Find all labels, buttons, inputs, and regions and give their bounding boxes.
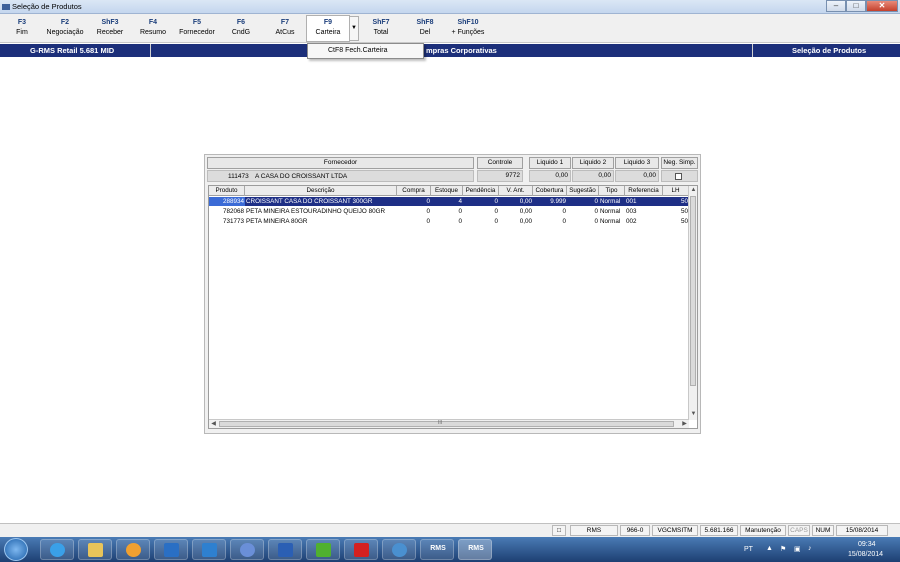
- window-titlebar: Seleção de Produtos – □ ✕: [0, 0, 900, 14]
- network-app-icon[interactable]: [382, 539, 416, 560]
- header-bar: G-RMS Retail 5.681 MID mpras Corporativa…: [0, 44, 900, 57]
- windows-taskbar: RMS RMS PT ▲ ⚑ ▣ ♪ 09:34 15/08/2014: [0, 537, 900, 562]
- app-version: G-RMS Retail 5.681 MID: [30, 46, 115, 55]
- toolbar-fim-button[interactable]: F3 Fim: [0, 19, 44, 36]
- connection-app-icon[interactable]: [230, 539, 264, 560]
- col-descricao[interactable]: Descrição: [245, 186, 397, 196]
- installer-icon[interactable]: [306, 539, 340, 560]
- horizontal-scrollbar[interactable]: ◀ III ▶: [209, 419, 689, 428]
- minimize-button[interactable]: –: [826, 0, 846, 12]
- col-produto[interactable]: Produto: [209, 186, 245, 196]
- toolbar-negociacao-button[interactable]: F2 Negociação: [43, 19, 87, 36]
- status-branch: 966-0: [620, 525, 650, 536]
- clock-date[interactable]: 15/08/2014: [848, 551, 883, 558]
- toolbar-carteira-button[interactable]: F9 Carteira: [306, 15, 350, 42]
- app-icon: [2, 4, 10, 10]
- toolbar-fornecedor-button[interactable]: F5 Fornecedor: [175, 19, 219, 36]
- rms-app-button-active[interactable]: RMS: [458, 539, 492, 560]
- toolbar-del-button[interactable]: ShF8 Del: [403, 19, 447, 36]
- vertical-scroll-thumb[interactable]: [690, 196, 696, 386]
- neg-simp-field: [661, 170, 698, 182]
- tray-flag-icon[interactable]: ⚑: [780, 545, 786, 553]
- grid-header: Produto Descrição Compra Estoque Pendênc…: [209, 186, 689, 196]
- status-version: 5.681.166: [700, 525, 738, 536]
- word-icon[interactable]: [268, 539, 302, 560]
- neg-simp-label: Neg. Simp.: [661, 157, 698, 169]
- vertical-scrollbar[interactable]: ▲ ▼: [688, 186, 697, 420]
- language-indicator[interactable]: PT: [744, 546, 753, 553]
- media-player-icon[interactable]: [116, 539, 150, 560]
- close-button[interactable]: ✕: [866, 0, 898, 12]
- col-tipo[interactable]: Tipo: [599, 186, 625, 196]
- status-caps: CAPS: [788, 525, 810, 536]
- col-pendencia[interactable]: Pendência: [463, 186, 499, 196]
- fech-carteira-menu-item[interactable]: CtF8 Fech.Carteira: [328, 47, 388, 54]
- status-program: VGCMSITM: [652, 525, 698, 536]
- function-toolbar: F3 Fim F2 Negociação ShF3 Receber F4 Resumo …: [0, 14, 900, 43]
- tray-arrow-icon[interactable]: ▲: [766, 545, 773, 552]
- file-explorer-icon[interactable]: [78, 539, 112, 560]
- col-lh[interactable]: LH: [663, 186, 689, 196]
- carteira-dropdown-menu: CtF8 Fech.Carteira: [307, 43, 424, 59]
- toolbar-resumo-button[interactable]: F4 Resumo: [131, 19, 175, 36]
- products-grid: Produto Descrição Compra Estoque Pendênc…: [208, 185, 698, 429]
- toolbar-mais-funcoes-button[interactable]: ShF10 + Funções: [446, 19, 490, 36]
- table-row[interactable]: 288934 CROISSANT CASA DO CROISSANT 300GR…: [209, 197, 689, 206]
- col-sugestao[interactable]: Sugestão: [567, 186, 599, 196]
- status-system: RMS: [570, 525, 618, 536]
- status-date: 15/08/2014: [836, 525, 888, 536]
- clipboard-icon: □: [552, 525, 566, 536]
- liquido2-label: Liquido 2: [572, 157, 614, 169]
- status-mode: Manutenção: [740, 525, 786, 536]
- col-cobertura[interactable]: Cobertura: [533, 186, 567, 196]
- carteira-dropdown-arrow[interactable]: ▼: [349, 16, 359, 41]
- col-v-ant[interactable]: V. Ant.: [499, 186, 533, 196]
- liquido3-label: Liquido 3: [615, 157, 659, 169]
- scroll-left-icon[interactable]: ◀: [209, 420, 218, 428]
- toolbar-total-button[interactable]: ShF7 Total: [359, 19, 403, 36]
- acrobat-icon[interactable]: [344, 539, 378, 560]
- screen-title: Seleção de Produtos: [792, 46, 867, 55]
- rms-app-button[interactable]: RMS: [420, 539, 454, 560]
- liquido1-value: 0,00: [529, 170, 571, 182]
- liquido3-value: 0,00: [615, 170, 659, 182]
- neg-simp-checkbox[interactable]: [675, 173, 682, 180]
- controle-value: 9772: [477, 170, 523, 182]
- tray-network-icon[interactable]: ▣: [794, 545, 801, 553]
- horizontal-scroll-thumb[interactable]: III: [219, 420, 674, 427]
- lync-icon[interactable]: [192, 539, 226, 560]
- scroll-right-icon[interactable]: ▶: [680, 420, 689, 428]
- controle-label: Controle: [477, 157, 523, 169]
- scroll-up-icon[interactable]: ▲: [689, 186, 697, 195]
- liquido2-value: 0,00: [572, 170, 614, 182]
- col-estoque[interactable]: Estoque: [431, 186, 463, 196]
- start-button[interactable]: [4, 538, 28, 561]
- table-row[interactable]: 731773 PETA MINEIRA 80GR 0 0 0 0,00 0 0 …: [209, 217, 689, 226]
- outlook-icon[interactable]: [154, 539, 188, 560]
- status-num: NUM: [812, 525, 834, 536]
- fornecedor-value: 111473 A CASA DO CROISSANT LTDA: [207, 170, 474, 182]
- toolbar-atcus-button[interactable]: F7 AtCus: [263, 19, 307, 36]
- toolbar-receber-button[interactable]: ShF3 Receber: [88, 19, 132, 36]
- internet-explorer-icon[interactable]: [40, 539, 74, 560]
- tray-volume-icon[interactable]: ♪: [808, 545, 812, 552]
- system-tray: PT ▲ ⚑ ▣ ♪ 09:34 15/08/2014: [740, 537, 900, 562]
- clock-time[interactable]: 09:34: [858, 541, 876, 548]
- window-title: Seleção de Produtos: [12, 2, 82, 11]
- status-bar: □ RMS 966-0 VGCMSITM 5.681.166 Manutençã…: [0, 523, 900, 537]
- maximize-button[interactable]: □: [846, 0, 866, 12]
- toolbar-cndg-button[interactable]: F6 CndG: [219, 19, 263, 36]
- module-title: mpras Corporativas: [426, 46, 497, 55]
- fornecedor-label: Fornecedor: [207, 157, 474, 169]
- liquido1-label: Liquido 1: [529, 157, 571, 169]
- col-referencia[interactable]: Referencia: [625, 186, 663, 196]
- col-compra[interactable]: Compra: [397, 186, 431, 196]
- scroll-down-icon[interactable]: ▼: [689, 410, 697, 419]
- table-row[interactable]: 782068 PETA MINEIRA ESTOURADINHO QUEIJO …: [209, 207, 689, 216]
- product-selection-panel: Fornecedor 111473 A CASA DO CROISSANT LT…: [204, 154, 701, 434]
